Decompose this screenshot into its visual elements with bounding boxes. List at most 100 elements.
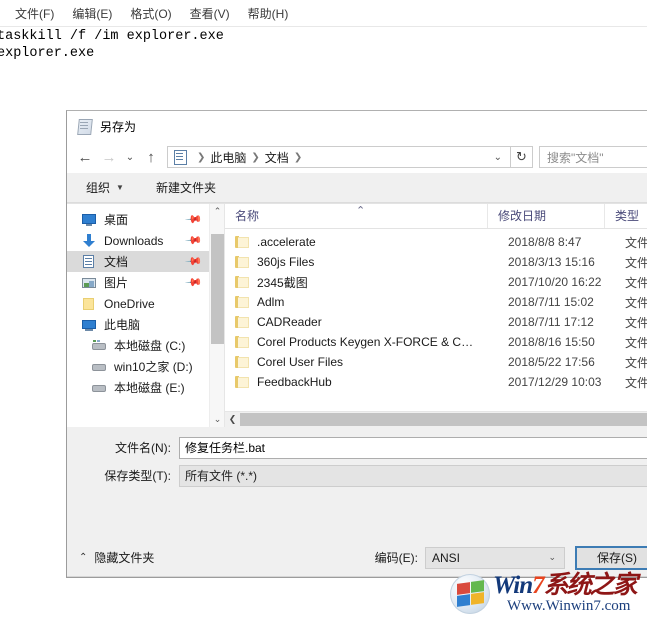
breadcrumb-separator-icon: ❯ [197,151,206,163]
watermark: Win7系统之家 Www.Winwin7.com [450,572,647,622]
file-type: 文件夹 [625,355,647,370]
scroll-down-arrow-icon[interactable]: ⌄ [210,412,225,427]
hide-folders-toggle[interactable]: ⌃ 隐藏文件夹 [79,549,154,566]
drive-icon [91,380,107,396]
save-as-dialog: 另存为 ← → ⌄ ↑ ❯ 此电脑 ❯ 文档 ❯ ⌄ ↻ 搜索"文档" 组织 ▼… [66,110,647,578]
search-input[interactable]: 搜索"文档" [539,146,647,168]
menu-help[interactable]: 帮助(H) [239,2,298,25]
sidebar-item-this-pc[interactable]: 此电脑 [67,314,209,335]
table-row[interactable]: Adlm 2018/7/11 15:02 文件夹 [225,292,647,312]
save-button[interactable]: 保存(S) [575,545,647,570]
pin-icon[interactable]: 📌 [185,231,204,250]
sidebar-label: 本地磁盘 (C:) [114,339,186,353]
scroll-left-arrow-icon[interactable]: ❮ [225,412,240,427]
column-header-date[interactable]: 修改日期 [488,204,605,228]
savetype-label: 保存类型(T): [104,469,171,483]
pin-icon[interactable]: 📌 [185,252,204,271]
filename-input[interactable]: 修复任务栏.bat [179,436,647,459]
forward-arrow-icon[interactable]: → [97,145,121,169]
scroll-up-arrow-icon[interactable]: ⌃ [210,204,225,219]
navigation-pane-scrollbar[interactable]: ⌃ ⌄ [209,204,224,427]
search-placeholder: 搜索"文档" [547,150,604,165]
file-date: 2018/3/13 15:16 [508,255,595,269]
sidebar-item-local-disk-c[interactable]: 本地磁盘 (C:) [67,335,209,356]
pin-icon[interactable]: 📌 [185,210,204,229]
file-name: CADReader [257,315,322,329]
refresh-icon[interactable]: ↻ [511,146,533,168]
file-name: 360js Files [257,255,315,269]
folder-icon [235,316,249,328]
file-type: 文件夹 [625,335,647,350]
table-row[interactable]: Corel Products Keygen X-FORCE & C… 2018/… [225,332,647,352]
file-list-pane: 名称 ⌃ 修改日期 类型 .accelerate 2018/8/8 8:47 文… [225,204,647,427]
new-folder-button[interactable]: 新建文件夹 [147,175,225,200]
table-row[interactable]: 2345截图 2017/10/20 16:22 文件夹 [225,272,647,292]
breadcrumb-chevron-down-icon[interactable]: ⌄ [488,152,510,163]
back-arrow-icon[interactable]: ← [73,145,97,169]
table-row[interactable]: 360js Files 2018/3/13 15:16 文件夹 [225,252,647,272]
dialog-titlebar: 另存为 [67,111,647,141]
column-header-name-label: 名称 [235,209,260,223]
file-name: .accelerate [257,235,316,249]
desktop-icon [81,212,97,228]
table-row[interactable]: .accelerate 2018/8/8 8:47 文件夹 [225,232,647,252]
notepad-text-area[interactable]: taskkill /f /im explorer.exe explorer.ex… [0,28,647,62]
file-type: 文件夹 [625,375,647,390]
documents-icon [81,254,97,270]
folder-icon [235,336,249,348]
recent-locations-chevron-down-icon[interactable]: ⌄ [121,145,139,169]
folder-icon [235,236,249,248]
table-row[interactable]: CADReader 2018/7/11 17:12 文件夹 [225,312,647,332]
sidebar-item-documents[interactable]: 文档 📌 [67,251,209,272]
column-header-name[interactable]: 名称 ⌃ [225,204,488,228]
menu-format[interactable]: 格式(O) [121,2,180,25]
sidebar-label: 图片 [104,276,129,290]
pin-icon[interactable]: 📌 [185,273,204,292]
breadcrumb-this-pc[interactable]: 此电脑 [210,149,246,166]
breadcrumb-bar[interactable]: ❯ 此电脑 ❯ 文档 ❯ ⌄ [167,146,511,168]
table-row[interactable]: Corel User Files 2018/5/22 17:56 文件夹 [225,352,647,372]
scrollbar-thumb[interactable] [211,234,224,344]
organize-label: 组织 [86,181,111,195]
sidebar-item-local-disk-e[interactable]: 本地磁盘 (E:) [67,377,209,398]
sidebar-item-onedrive[interactable]: OneDrive [67,293,209,314]
computer-icon [81,317,97,333]
encoding-select[interactable]: ANSI ⌄ [425,546,565,569]
file-name: Adlm [257,295,285,309]
chevron-up-icon: ⌃ [79,552,88,563]
windows-logo-icon [450,574,490,614]
column-header-row: 名称 ⌃ 修改日期 类型 [225,204,647,229]
watermark-seven: 7 [532,572,544,599]
sort-ascending-icon: ⌃ [356,205,366,217]
savetype-row: 保存类型(T): 所有文件 (*.*) [67,464,647,487]
watermark-chinese: 系统之家 [543,572,638,599]
scrollbar-thumb[interactable] [240,413,647,426]
file-type: 文件夹 [625,295,647,310]
navigation-pane: 桌面 📌 Downloads 📌 文档 📌 图片 📌 OneDrive 此电脑 … [67,204,225,427]
up-arrow-icon[interactable]: ↑ [139,145,163,169]
caret-down-icon: ▼ [116,183,124,192]
breadcrumb-documents[interactable]: 文档 [265,149,289,166]
encoding-value: ANSI [432,550,461,565]
file-list-horizontal-scrollbar[interactable]: ❮ [225,411,647,427]
sidebar-label: 此电脑 [104,318,141,332]
file-date: 2018/8/16 15:50 [508,335,595,349]
savetype-select[interactable]: 所有文件 (*.*) [179,464,647,487]
file-rows: .accelerate 2018/8/8 8:47 文件夹 360js File… [225,229,647,411]
menu-view[interactable]: 查看(V) [181,2,239,25]
menu-edit[interactable]: 编辑(E) [63,2,121,25]
organize-button[interactable]: 组织 ▼ [77,175,133,200]
column-header-type[interactable]: 类型 [605,204,647,228]
navigation-pane-list: 桌面 📌 Downloads 📌 文档 📌 图片 📌 OneDrive 此电脑 … [67,204,209,427]
sidebar-item-pictures[interactable]: 图片 📌 [67,272,209,293]
file-type: 文件夹 [625,235,647,250]
file-date: 2017/10/20 16:22 [508,275,602,289]
drive-icon [91,359,107,375]
sidebar-item-downloads[interactable]: Downloads 📌 [67,230,209,251]
sidebar-item-desktop[interactable]: 桌面 📌 [67,209,209,230]
menu-file[interactable]: 文件(F) [6,2,63,25]
sidebar-item-win10-home-d[interactable]: win10之家 (D:) [67,356,209,377]
notepad-menubar: 文件(F) 编辑(E) 格式(O) 查看(V) 帮助(H) [0,0,647,27]
table-row[interactable]: FeedbackHub 2017/12/29 10:03 文件夹 [225,372,647,392]
sidebar-label: 本地磁盘 (E:) [114,381,185,395]
